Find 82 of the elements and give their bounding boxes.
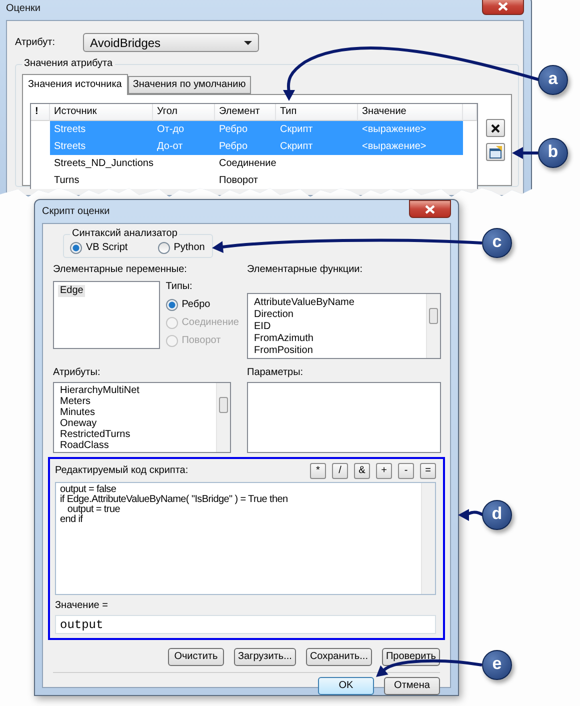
callout-arrow <box>458 509 484 521</box>
list-item[interactable]: FromPosition <box>252 345 315 357</box>
window-title: Скрипт оценки <box>42 206 110 218</box>
tab[interactable]: Значения по умолчанию <box>128 76 251 94</box>
properties-button[interactable] <box>486 143 505 161</box>
tab[interactable]: Значения источника <box>22 74 128 95</box>
list-item[interactable]: Meters <box>58 396 93 407</box>
field-label: Атрибуты: <box>53 367 102 379</box>
list-item[interactable]: HierarchyMultiNet <box>58 385 142 396</box>
radio-label: VB Script <box>86 242 128 254</box>
list-item[interactable]: RestrictedTurns <box>58 429 132 440</box>
list-item[interactable]: Minutes <box>58 407 98 418</box>
close-button[interactable] <box>409 200 451 218</box>
field-label: Типы: <box>166 281 194 293</box>
dropdown-arrow-icon <box>244 40 252 44</box>
list-item[interactable]: AttributeValueByName <box>252 297 356 309</box>
field-label: Параметры: <box>247 367 304 379</box>
window-title: Оценки <box>6 2 40 14</box>
attribute-dropdown[interactable]: AvoidBridges <box>83 33 260 52</box>
column-header[interactable]: Источник <box>50 104 153 121</box>
close-icon <box>498 2 508 10</box>
callout-badge: e <box>482 650 512 680</box>
column-header[interactable]: Значение <box>358 104 463 121</box>
callout-badge: c <box>482 228 512 258</box>
code-editor[interactable]: output = false if Edge.AttributeValueByName( "IsBridge" ) = True then output = true end if <box>55 482 436 595</box>
list-item[interactable]: Edge <box>58 285 86 297</box>
operator-button[interactable]: & <box>354 463 370 479</box>
list-item[interactable]: Oneway <box>58 418 99 429</box>
column-header[interactable]: Тип <box>276 104 358 121</box>
radio-button[interactable] <box>70 242 82 254</box>
table-cell[interactable]: Поворот <box>215 172 276 189</box>
column-header[interactable]: ! <box>31 104 50 121</box>
column-header <box>463 104 477 121</box>
column-header[interactable]: Угол <box>153 104 215 121</box>
code-line: output = false <box>60 485 116 495</box>
scrollbar[interactable] <box>426 294 440 358</box>
field-label: Атрибут: <box>15 36 56 48</box>
scrollbar[interactable] <box>216 383 230 452</box>
list-item[interactable]: EID <box>252 321 273 333</box>
table-cell[interactable]: Streets_ND_Junctions <box>50 155 153 172</box>
callout-arrow <box>512 147 538 159</box>
cancel-button[interactable]: Отмена <box>384 677 440 695</box>
list-item[interactable]: RoadClass <box>58 440 111 451</box>
code-line: if Edge.AttributeValueByName( "IsBridge" ) = True then <box>60 495 288 505</box>
radio-button[interactable] <box>158 242 170 254</box>
callout-badge: d <box>482 500 512 530</box>
list-item[interactable]: FromAzimuth <box>252 333 316 345</box>
operator-button[interactable]: - <box>398 463 414 479</box>
window-icon <box>488 146 502 158</box>
radio-button[interactable] <box>166 299 178 311</box>
close-icon <box>425 204 435 214</box>
group-title: Синтаксий анализатор <box>71 228 178 240</box>
code-line: output = true <box>67 505 120 515</box>
table-cell[interactable]: Turns <box>50 172 153 189</box>
code-line: end if <box>60 515 83 525</box>
field-label: Значение = <box>55 600 109 612</box>
group-title: Значения атрибута <box>23 58 114 70</box>
operator-button[interactable]: + <box>376 463 392 479</box>
radio-label: Соединение <box>182 317 239 329</box>
field-label: Элементарные переменные: <box>53 264 188 276</box>
callout-badge: b <box>538 138 568 168</box>
value-field[interactable]: output <box>55 615 436 634</box>
radio-label: Python <box>174 242 205 254</box>
delete-button[interactable] <box>486 119 505 137</box>
close-icon <box>491 124 500 132</box>
field-label: Редактируемый код скрипта: <box>55 465 188 477</box>
column-header[interactable]: Элемент <box>215 104 276 121</box>
callout-badge: a <box>538 65 568 95</box>
operator-button[interactable]: * <box>310 463 326 479</box>
close-button[interactable] <box>482 0 524 15</box>
ok-button[interactable]: OK <box>318 677 374 695</box>
radio-label: Поворот <box>182 335 221 347</box>
operator-button[interactable]: = <box>420 463 436 479</box>
radio-label: Ребро <box>182 299 210 311</box>
script-button[interactable]: Загрузить... <box>234 648 296 666</box>
operator-button[interactable]: / <box>332 463 348 479</box>
table-cell[interactable]: Соединение <box>215 155 276 172</box>
scrollbar[interactable] <box>421 483 435 594</box>
script-button[interactable]: Сохранить... <box>306 648 372 666</box>
field-label: Элементарные функции: <box>247 264 364 276</box>
script-button[interactable]: Очистить <box>168 648 224 666</box>
list-item[interactable]: Direction <box>252 309 296 321</box>
